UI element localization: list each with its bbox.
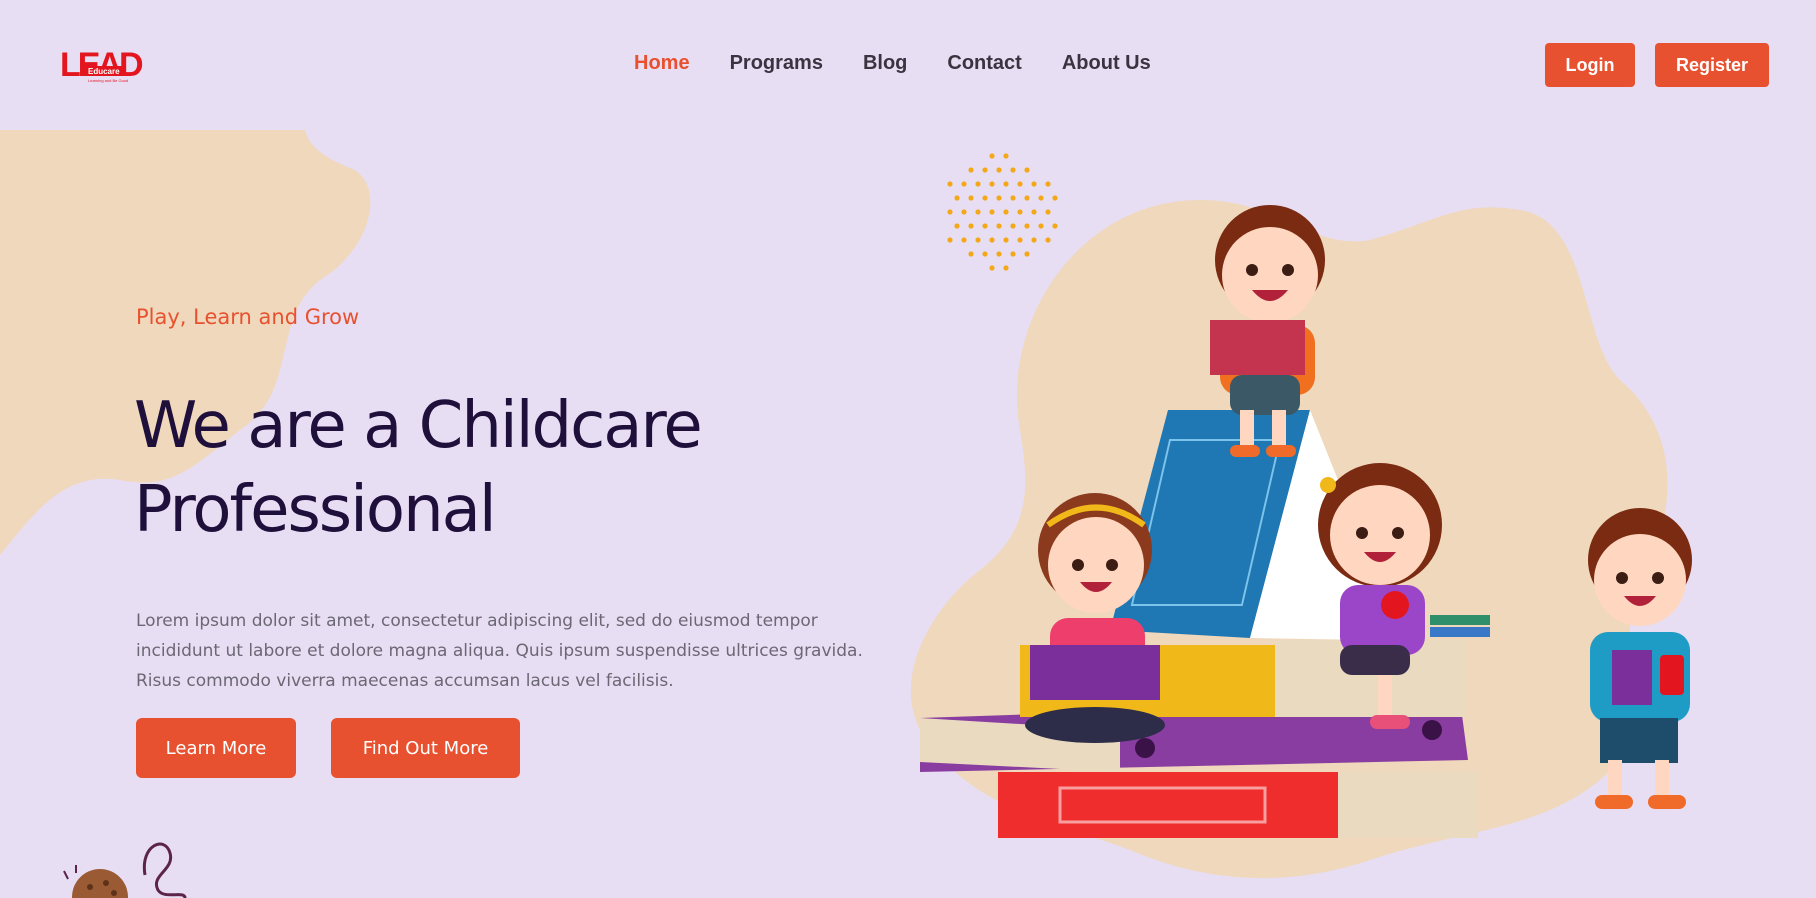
nav-about-us[interactable]: About Us [1062, 52, 1151, 75]
hero-description: Lorem ipsum dolor sit amet, consectetur … [136, 611, 863, 691]
nav-contact[interactable]: Contact [947, 52, 1021, 75]
cookie-scribble-icon [63, 842, 187, 898]
find-out-more-button[interactable]: Find Out More [331, 718, 520, 778]
svg-text:Learning and Be Good: Learning and Be Good [88, 78, 128, 83]
register-button[interactable]: Register [1655, 43, 1769, 87]
nav-home[interactable]: Home [634, 52, 690, 75]
main-nav: Home Programs Blog Contact About Us [634, 52, 1151, 75]
hero-headline: We are a Childcare Professional [134, 389, 703, 547]
logo[interactable]: LEAD Educare Learning and Be Good [58, 44, 148, 86]
kids-reading-books-illustration [910, 200, 1692, 879]
svg-text:Educare: Educare [88, 67, 120, 76]
hero-tagline: Play, Learn and Grow [136, 305, 360, 329]
nav-blog[interactable]: Blog [863, 52, 907, 75]
nav-programs[interactable]: Programs [730, 52, 823, 75]
learn-more-button[interactable]: Learn More [136, 718, 296, 778]
login-button[interactable]: Login [1545, 43, 1635, 87]
